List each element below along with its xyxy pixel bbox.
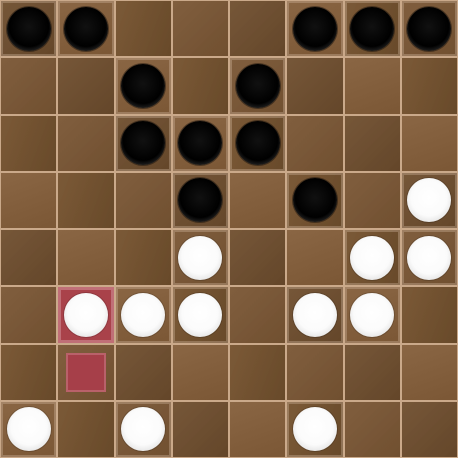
board-cell-r5-c5[interactable] — [287, 287, 343, 343]
board-cell-r7-c6[interactable] — [344, 401, 400, 457]
black-piece[interactable] — [407, 6, 452, 51]
board-cell-r4-c5[interactable] — [287, 230, 343, 286]
white-piece[interactable] — [407, 178, 452, 223]
board-cell-r1-c7[interactable] — [401, 58, 457, 114]
white-piece[interactable] — [350, 235, 395, 280]
white-piece[interactable] — [63, 292, 108, 337]
board-cell-r3-c1[interactable] — [58, 172, 114, 228]
board-cell-r3-c3[interactable] — [172, 172, 228, 228]
black-piece[interactable] — [6, 6, 51, 51]
black-piece[interactable] — [63, 6, 108, 51]
board-cell-r3-c7[interactable] — [401, 172, 457, 228]
board-cell-r7-c0[interactable] — [1, 401, 57, 457]
board-cell-r2-c2[interactable] — [115, 115, 171, 171]
board-cell-r2-c6[interactable] — [344, 115, 400, 171]
board-cell-r1-c3[interactable] — [172, 58, 228, 114]
board-cell-r5-c6[interactable] — [344, 287, 400, 343]
board-cell-r7-c2[interactable] — [115, 401, 171, 457]
board-cell-r4-c2[interactable] — [115, 230, 171, 286]
black-piece[interactable] — [178, 121, 223, 166]
white-piece[interactable] — [407, 235, 452, 280]
board-cell-r1-c1[interactable] — [58, 58, 114, 114]
black-piece[interactable] — [121, 121, 166, 166]
black-piece[interactable] — [178, 178, 223, 223]
board-cell-r1-c4[interactable] — [230, 58, 286, 114]
board-cell-r0-c4[interactable] — [230, 1, 286, 57]
board-cell-r3-c6[interactable] — [344, 172, 400, 228]
black-piece[interactable] — [292, 6, 337, 51]
board-cell-r5-c7[interactable] — [401, 287, 457, 343]
board-cell-r2-c4[interactable] — [230, 115, 286, 171]
board-cell-r0-c1[interactable] — [58, 1, 114, 57]
white-piece[interactable] — [178, 235, 223, 280]
white-piece[interactable] — [121, 292, 166, 337]
board-cell-r6-c7[interactable] — [401, 344, 457, 400]
white-piece[interactable] — [292, 292, 337, 337]
black-piece[interactable] — [292, 178, 337, 223]
board-cell-r7-c5[interactable] — [287, 401, 343, 457]
board-cell-r4-c4[interactable] — [230, 230, 286, 286]
board-cell-r4-c6[interactable] — [344, 230, 400, 286]
board-cell-r0-c0[interactable] — [1, 1, 57, 57]
game-board — [0, 0, 458, 458]
board-cell-r2-c7[interactable] — [401, 115, 457, 171]
board-cell-r1-c6[interactable] — [344, 58, 400, 114]
board-cell-r5-c4[interactable] — [230, 287, 286, 343]
black-piece[interactable] — [235, 121, 280, 166]
white-piece[interactable] — [350, 292, 395, 337]
board-cell-r3-c2[interactable] — [115, 172, 171, 228]
board-cell-r5-c0[interactable] — [1, 287, 57, 343]
board-cell-r6-c1[interactable] — [58, 344, 114, 400]
white-piece[interactable] — [292, 407, 337, 452]
board-cell-r7-c7[interactable] — [401, 401, 457, 457]
black-piece[interactable] — [121, 63, 166, 108]
board-cell-r6-c0[interactable] — [1, 344, 57, 400]
board-cell-r6-c5[interactable] — [287, 344, 343, 400]
board-cell-r0-c5[interactable] — [287, 1, 343, 57]
board-cell-r2-c3[interactable] — [172, 115, 228, 171]
board-cell-r4-c1[interactable] — [58, 230, 114, 286]
board-cell-r1-c5[interactable] — [287, 58, 343, 114]
board-cell-r3-c0[interactable] — [1, 172, 57, 228]
board-cell-r4-c7[interactable] — [401, 230, 457, 286]
board-cell-r2-c1[interactable] — [58, 115, 114, 171]
board-cell-r0-c6[interactable] — [344, 1, 400, 57]
white-piece[interactable] — [6, 407, 51, 452]
white-piece[interactable] — [121, 407, 166, 452]
board-cell-r0-c3[interactable] — [172, 1, 228, 57]
board-cell-r7-c4[interactable] — [230, 401, 286, 457]
board-cell-r4-c3[interactable] — [172, 230, 228, 286]
board-cell-r6-c6[interactable] — [344, 344, 400, 400]
white-piece[interactable] — [178, 292, 223, 337]
board-cell-r2-c5[interactable] — [287, 115, 343, 171]
board-cell-r4-c0[interactable] — [1, 230, 57, 286]
board-cell-r1-c2[interactable] — [115, 58, 171, 114]
board-cell-r0-c7[interactable] — [401, 1, 457, 57]
board-cell-r7-c3[interactable] — [172, 401, 228, 457]
board-cell-r6-c4[interactable] — [230, 344, 286, 400]
board-cell-r7-c1[interactable] — [58, 401, 114, 457]
board-cell-r2-c0[interactable] — [1, 115, 57, 171]
black-piece[interactable] — [235, 63, 280, 108]
board-cell-r5-c3[interactable] — [172, 287, 228, 343]
board-cell-r0-c2[interactable] — [115, 1, 171, 57]
board-cell-r5-c1[interactable] — [58, 287, 114, 343]
board-cell-r5-c2[interactable] — [115, 287, 171, 343]
board-cell-r6-c3[interactable] — [172, 344, 228, 400]
board-cell-r6-c2[interactable] — [115, 344, 171, 400]
board-cell-r3-c5[interactable] — [287, 172, 343, 228]
board-cell-r3-c4[interactable] — [230, 172, 286, 228]
black-piece[interactable] — [350, 6, 395, 51]
board-cell-r1-c0[interactable] — [1, 58, 57, 114]
